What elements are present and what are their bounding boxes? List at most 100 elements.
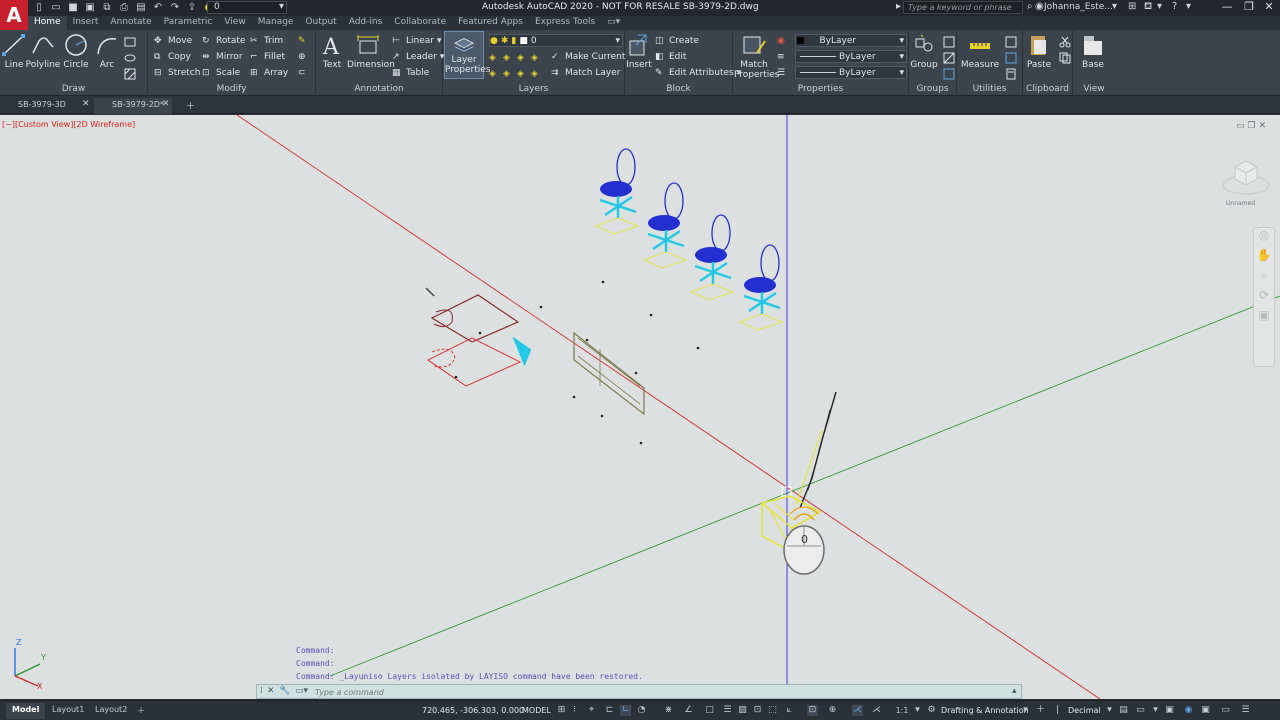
layer-dropdown[interactable]: ● ✱ ▮ ■ 0 ▾ bbox=[489, 34, 623, 47]
layer-lock-tool-icon[interactable]: ◈ bbox=[531, 53, 542, 64]
paste-button[interactable]: Paste bbox=[1020, 33, 1058, 70]
tab-featured-apps[interactable]: Featured Apps bbox=[452, 16, 529, 30]
showmotion-icon[interactable]: ▣ bbox=[1254, 308, 1274, 328]
ellipse-icon[interactable] bbox=[124, 52, 136, 64]
command-input[interactable] bbox=[315, 686, 1005, 698]
edit-attributes-button[interactable]: ✎ Edit Attributes ▾ bbox=[655, 66, 741, 80]
polar-icon[interactable]: ◔ bbox=[636, 705, 647, 716]
group-button[interactable]: Group bbox=[907, 33, 941, 70]
print-icon[interactable]: ⎙ bbox=[117, 1, 131, 14]
group-selection-icon[interactable] bbox=[943, 68, 955, 80]
linear-button[interactable]: ⊢ Linear ▾ bbox=[392, 34, 442, 48]
save-as-icon[interactable]: ▣ bbox=[83, 1, 97, 14]
tab-manage[interactable]: Manage bbox=[252, 16, 300, 30]
gizmo-icon[interactable]: ⊕ bbox=[827, 705, 838, 716]
mirror-button[interactable]: ⇹ Mirror bbox=[202, 50, 243, 64]
cursor-coordinates[interactable]: 720.465, -306.303, 0.000 bbox=[422, 706, 524, 715]
close-active-tab-icon[interactable]: ✕ bbox=[162, 99, 170, 109]
navigation-bar[interactable]: ◎ ✋ ⌕ ⟳ ▣ bbox=[1253, 227, 1275, 367]
cart-icon[interactable]: ⊞ bbox=[1128, 1, 1136, 12]
insert-button[interactable]: Insert bbox=[619, 33, 659, 70]
fillet-button[interactable]: ⌐ Fillet bbox=[250, 50, 285, 64]
layer-off-icon[interactable]: ◈ bbox=[503, 53, 514, 64]
array-button[interactable]: ⊞ Array bbox=[250, 66, 288, 80]
user-name[interactable]: Johanna_Este... bbox=[1044, 2, 1113, 12]
close-button[interactable]: ✕ bbox=[1258, 0, 1280, 16]
selection-cycling-icon[interactable]: ⊡ bbox=[752, 705, 763, 716]
maximize-button[interactable]: ❐ bbox=[1238, 0, 1260, 16]
view-panel-title[interactable]: View bbox=[1073, 84, 1115, 94]
linetype-dropdown[interactable]: ByLayer ▾ bbox=[795, 66, 907, 79]
orbit-icon[interactable]: ⟳ bbox=[1254, 288, 1274, 308]
lineweight-dropdown[interactable]: ByLayer ▾ bbox=[795, 50, 907, 63]
tab-view[interactable]: View bbox=[218, 16, 251, 30]
snap-icon[interactable]: ⁝ bbox=[569, 705, 580, 716]
object-snap-icon[interactable]: □ bbox=[704, 705, 715, 716]
search-input[interactable]: Type a keyword or phrase bbox=[903, 1, 1023, 14]
tab-add-ins[interactable]: Add-ins bbox=[343, 16, 389, 30]
viewport-close-icon[interactable]: ✕ bbox=[1259, 121, 1270, 131]
viewcube-ucs-label[interactable]: Unnamed bbox=[1226, 200, 1255, 207]
tab-insert[interactable]: Insert bbox=[67, 16, 105, 30]
table-button[interactable]: ▦ Table bbox=[392, 66, 429, 80]
viewport-restore-icon[interactable]: ❐ bbox=[1248, 121, 1259, 131]
workspace-dropdown-icon[interactable]: ▾ bbox=[1020, 705, 1031, 716]
file-tab-2d[interactable]: SB-3979-2D* bbox=[94, 98, 172, 114]
tab-home[interactable]: Home bbox=[28, 16, 67, 30]
viewport-controls-label[interactable]: [−][Custom View][2D Wireframe] bbox=[2, 120, 135, 129]
search-expand-icon[interactable]: ▸ bbox=[896, 1, 901, 12]
model-tab[interactable]: Model bbox=[6, 703, 46, 719]
new-file-icon[interactable]: ▯ bbox=[32, 1, 46, 14]
base-button[interactable]: Base bbox=[1074, 33, 1112, 70]
tab-express-tools[interactable]: Express Tools bbox=[529, 16, 601, 30]
draw-panel-title[interactable]: Draw bbox=[0, 84, 147, 94]
redo-icon[interactable]: ↷ bbox=[168, 1, 182, 14]
tab-collaborate[interactable]: Collaborate bbox=[388, 16, 452, 30]
quick-select-icon[interactable] bbox=[1005, 36, 1017, 48]
linetype-icon[interactable]: ☰ bbox=[777, 66, 785, 80]
tab-parametric[interactable]: Parametric bbox=[158, 16, 219, 30]
status-bar-menu-icon[interactable]: ☰ bbox=[1240, 705, 1251, 716]
search-icon[interactable]: ⌕ bbox=[1027, 1, 1033, 12]
viewcube[interactable] bbox=[1221, 149, 1271, 199]
layer-properties-button[interactable]: Layer Properties bbox=[444, 31, 490, 79]
isolate-objects-icon[interactable]: ▣ bbox=[1164, 705, 1175, 716]
isodraft-icon[interactable]: ⋇ bbox=[663, 705, 674, 716]
match-layer-button[interactable]: ⇉ Match Layer bbox=[551, 66, 620, 80]
layout1-tab[interactable]: Layout1 bbox=[46, 703, 90, 719]
open-file-icon[interactable]: ▭ bbox=[49, 1, 63, 14]
selection-filter-icon[interactable]: ⊡ bbox=[807, 705, 818, 716]
layer-on-tool-icon[interactable]: ◈ bbox=[503, 69, 514, 80]
layer-unisolate-icon[interactable]: ◈ bbox=[489, 69, 500, 80]
command-line-grip-icon[interactable]: ⁞ bbox=[260, 686, 263, 696]
groups-panel-title[interactable]: Groups bbox=[909, 84, 956, 94]
scale-dropdown-icon[interactable]: ▾ bbox=[912, 705, 923, 716]
select-all-icon[interactable] bbox=[1005, 52, 1017, 64]
hatch-icon[interactable] bbox=[124, 68, 136, 80]
share-icon[interactable]: ⇪ bbox=[185, 1, 199, 14]
dynamic-input-icon[interactable]: ⊏ bbox=[604, 705, 615, 716]
workspace-gear-icon[interactable]: ⚙ bbox=[926, 705, 937, 716]
layout2-tab[interactable]: Layout2 bbox=[89, 703, 133, 719]
3d-osnap-icon[interactable]: ⬚ bbox=[767, 705, 778, 716]
auto-scale-icon[interactable]: ⋌ bbox=[871, 705, 882, 716]
help-dropdown-icon[interactable]: ▾ bbox=[1186, 1, 1191, 12]
offset-button[interactable]: ⊂ bbox=[298, 66, 309, 80]
tab-annotate[interactable]: Annotate bbox=[104, 16, 157, 30]
application-menu-button[interactable]: A bbox=[0, 0, 28, 30]
pan-icon[interactable]: ✋ bbox=[1254, 248, 1274, 268]
trim-button[interactable]: ✂ Trim bbox=[250, 34, 283, 48]
infer-constraints-icon[interactable]: ⌖ bbox=[586, 705, 597, 716]
scale-button[interactable]: ⊡ Scale bbox=[202, 66, 240, 80]
annotation-monitor-icon[interactable]: ＋ bbox=[1035, 705, 1046, 716]
make-current-button[interactable]: ✓ Make Current bbox=[551, 50, 625, 64]
zoom-icon[interactable]: ⌕ bbox=[1254, 268, 1274, 288]
modify-panel-title[interactable]: Modify bbox=[148, 84, 315, 94]
save-icon[interactable]: ■ bbox=[66, 1, 80, 14]
lineweight-toggle-icon[interactable]: ☰ bbox=[722, 705, 733, 716]
add-layout-icon[interactable]: ＋ bbox=[131, 703, 151, 719]
command-line-close-icon[interactable]: ✕ bbox=[267, 686, 275, 696]
quick-properties-icon[interactable]: ▤ bbox=[1118, 705, 1129, 716]
ribbon-display-toggle-icon[interactable]: ▭▾ bbox=[601, 16, 626, 30]
lineweight-icon[interactable]: ≡ bbox=[777, 50, 785, 64]
